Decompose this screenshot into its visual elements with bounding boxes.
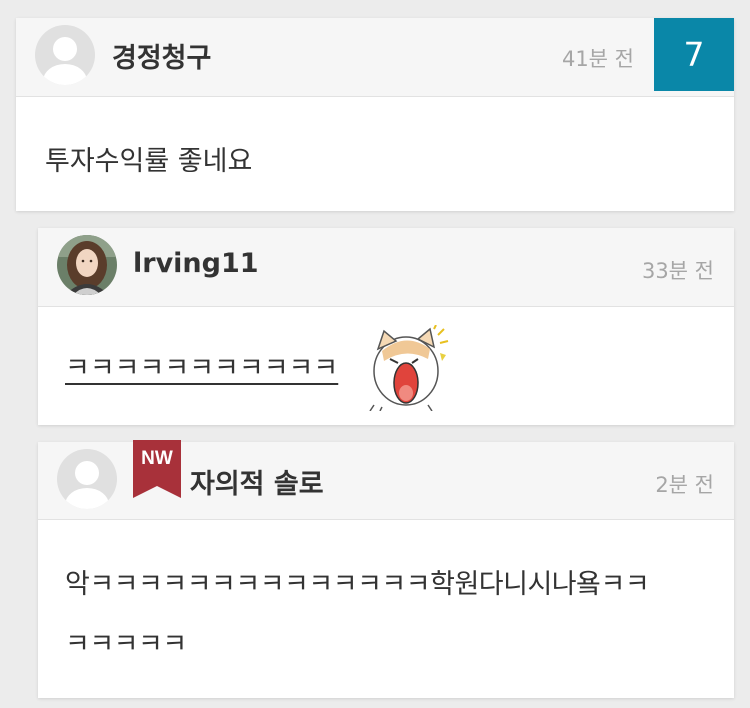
comment-time: 41분 전 — [561, 47, 634, 71]
comment-header: 경정청구 41분 전 7 — [16, 18, 734, 97]
avatar[interactable] — [57, 235, 117, 295]
avatar[interactable] — [35, 25, 95, 85]
comment-card: lrving11 33분 전 ㅋㅋㅋㅋㅋㅋㅋㅋㅋㅋㅋ — [38, 228, 734, 425]
comment-body-line: ㅋㅋㅋㅋㅋ — [65, 629, 187, 660]
nw-badge-label: NW — [141, 448, 173, 469]
comment-card: NW 자의적 솔로 2분 전 악ㅋㅋㅋㅋㅋㅋㅋㅋㅋㅋㅋㅋㅋㅋ학원다니시나욬ㅋㅋ … — [38, 440, 734, 698]
comment-count-badge: 7 — [654, 18, 734, 91]
comment-author[interactable]: 경정청구 — [112, 36, 211, 75]
comment-header: NW 자의적 솔로 2분 전 — [38, 440, 734, 520]
comment-author[interactable]: lrving11 — [133, 248, 259, 279]
comment-body-link[interactable]: ㅋㅋㅋㅋㅋㅋㅋㅋㅋㅋㅋ — [65, 346, 338, 385]
comment-header: lrving11 33분 전 — [38, 228, 734, 307]
comment-body: 투자수익률 좋네요 — [45, 146, 253, 177]
comment-time: 33분 전 — [641, 259, 714, 283]
comment-card: 경정청구 41분 전 7 투자수익률 좋네요 — [16, 18, 734, 211]
nw-bookmark-badge: NW — [133, 440, 181, 498]
avatar[interactable] — [57, 449, 117, 509]
surprised-cat-emoticon-icon — [369, 325, 449, 411]
default-user-avatar-icon — [57, 449, 117, 509]
profile-photo-avatar-icon — [57, 235, 117, 295]
comment-time: 2분 전 — [655, 473, 714, 497]
comment-body-line: 악ㅋㅋㅋㅋㅋㅋㅋㅋㅋㅋㅋㅋㅋㅋ학원다니시나욬ㅋㅋ — [65, 569, 650, 600]
comment-author[interactable]: 자의적 솔로 — [190, 462, 324, 501]
default-user-avatar-icon — [35, 25, 95, 85]
